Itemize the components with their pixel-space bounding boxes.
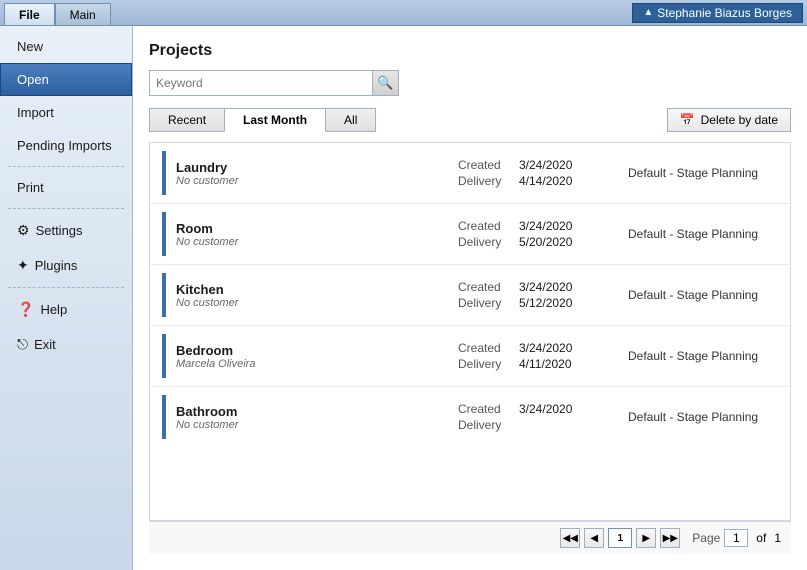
prev-page-button[interactable]: ◀ <box>584 528 604 548</box>
created-row: Created 3/24/2020 <box>458 402 618 416</box>
user-display: ▲ Stephanie Biazus Borges <box>632 3 803 23</box>
project-stage: Default - Stage Planning <box>618 227 778 241</box>
project-stage: Default - Stage Planning <box>618 410 778 424</box>
delivery-row: Delivery <box>458 418 618 432</box>
delivery-row: Delivery 4/11/2020 <box>458 357 618 371</box>
sidebar-item-import[interactable]: Import <box>0 96 132 129</box>
delete-by-date-button[interactable]: 📅 Delete by date <box>667 108 791 132</box>
table-row[interactable]: Room No customer Created 3/24/2020 Deliv… <box>150 204 790 265</box>
search-icon: 🔍 <box>377 75 393 91</box>
plugins-icon: ✦ <box>17 257 29 274</box>
project-dates: Created 3/24/2020 Delivery 5/20/2020 <box>458 219 618 249</box>
project-info: Laundry No customer <box>176 160 458 187</box>
first-page-button[interactable]: ◀◀ <box>560 528 580 548</box>
sidebar-item-exit[interactable]: ⎋ Exit <box>0 327 132 362</box>
settings-icon: ⚙ <box>17 222 30 239</box>
search-button[interactable]: 🔍 <box>372 71 398 95</box>
project-dates: Created 3/24/2020 Delivery <box>458 402 618 432</box>
project-info: Bathroom No customer <box>176 404 458 431</box>
last-page-button[interactable]: ▶▶ <box>660 528 680 548</box>
title-tabs: File Main <box>4 0 111 25</box>
exit-icon: ⎋ <box>17 336 28 353</box>
tabs-row: Recent Last Month All 📅 Delete by date <box>149 108 791 132</box>
delivery-row: Delivery 5/20/2020 <box>458 235 618 249</box>
sidebar-item-open[interactable]: Open <box>0 63 132 96</box>
calendar-icon: 📅 <box>680 113 695 127</box>
projects-list: Laundry No customer Created 3/24/2020 De… <box>149 142 791 521</box>
created-row: Created 3/24/2020 <box>458 219 618 233</box>
project-info: Kitchen No customer <box>176 282 458 309</box>
project-stage: Default - Stage Planning <box>618 349 778 363</box>
content-area: Projects 🔍 Recent Last Month All <box>133 26 807 570</box>
created-row: Created 3/24/2020 <box>458 158 618 172</box>
project-stage: Default - Stage Planning <box>618 288 778 302</box>
sidebar: New Open Import Pending Imports Print ⚙ … <box>0 26 133 570</box>
app-container: New Open Import Pending Imports Print ⚙ … <box>0 26 807 570</box>
created-row: Created 3/24/2020 <box>458 280 618 294</box>
project-dates: Created 3/24/2020 Delivery 4/14/2020 <box>458 158 618 188</box>
sidebar-item-pending-imports[interactable]: Pending Imports <box>0 129 132 162</box>
project-accent-bar <box>162 334 166 378</box>
of-label: of <box>756 531 766 545</box>
page-title: Projects <box>149 42 791 60</box>
sidebar-item-help[interactable]: ❓ Help <box>0 292 132 327</box>
tab-all[interactable]: All <box>325 108 376 132</box>
created-row: Created 3/24/2020 <box>458 341 618 355</box>
sidebar-divider-1 <box>8 166 124 167</box>
chevron-up-icon: ▲ <box>643 7 653 18</box>
table-row[interactable]: Laundry No customer Created 3/24/2020 De… <box>150 143 790 204</box>
project-accent-bar <box>162 212 166 256</box>
search-bar: 🔍 <box>149 70 399 96</box>
tab-file[interactable]: File <box>4 3 55 25</box>
project-info: Room No customer <box>176 221 458 248</box>
delivery-row: Delivery 5/12/2020 <box>458 296 618 310</box>
total-pages: 1 <box>774 531 781 545</box>
project-accent-bar <box>162 273 166 317</box>
project-accent-bar <box>162 151 166 195</box>
next-page-button[interactable]: ▶ <box>636 528 656 548</box>
tab-group: Recent Last Month All <box>149 108 375 132</box>
sidebar-item-plugins[interactable]: ✦ Plugins <box>0 248 132 283</box>
sidebar-item-new[interactable]: New <box>0 30 132 63</box>
project-accent-bar <box>162 395 166 439</box>
current-page-button[interactable]: 1 <box>608 528 632 548</box>
project-info: Bedroom Marcela Oliveira <box>176 343 458 370</box>
tab-main[interactable]: Main <box>55 3 111 25</box>
sidebar-divider-2 <box>8 208 124 209</box>
table-row[interactable]: Bathroom No customer Created 3/24/2020 D… <box>150 387 790 447</box>
title-bar: File Main ▲ Stephanie Biazus Borges <box>0 0 807 26</box>
sidebar-divider-3 <box>8 287 124 288</box>
project-stage: Default - Stage Planning <box>618 166 778 180</box>
project-dates: Created 3/24/2020 Delivery 4/11/2020 <box>458 341 618 371</box>
tab-recent[interactable]: Recent <box>149 108 225 132</box>
tab-last-month[interactable]: Last Month <box>224 108 326 132</box>
page-label: Page <box>692 531 720 545</box>
sidebar-item-print[interactable]: Print <box>0 171 132 204</box>
project-dates: Created 3/24/2020 Delivery 5/12/2020 <box>458 280 618 310</box>
help-icon: ❓ <box>17 301 34 318</box>
page-number-input[interactable] <box>724 529 748 547</box>
pagination: ◀◀ ◀ 1 ▶ ▶▶ Page of 1 <box>149 521 791 554</box>
delivery-row: Delivery 4/14/2020 <box>458 174 618 188</box>
sidebar-item-settings[interactable]: ⚙ Settings <box>0 213 132 248</box>
table-row[interactable]: Bedroom Marcela Oliveira Created 3/24/20… <box>150 326 790 387</box>
search-input[interactable] <box>150 74 372 92</box>
table-row[interactable]: Kitchen No customer Created 3/24/2020 De… <box>150 265 790 326</box>
